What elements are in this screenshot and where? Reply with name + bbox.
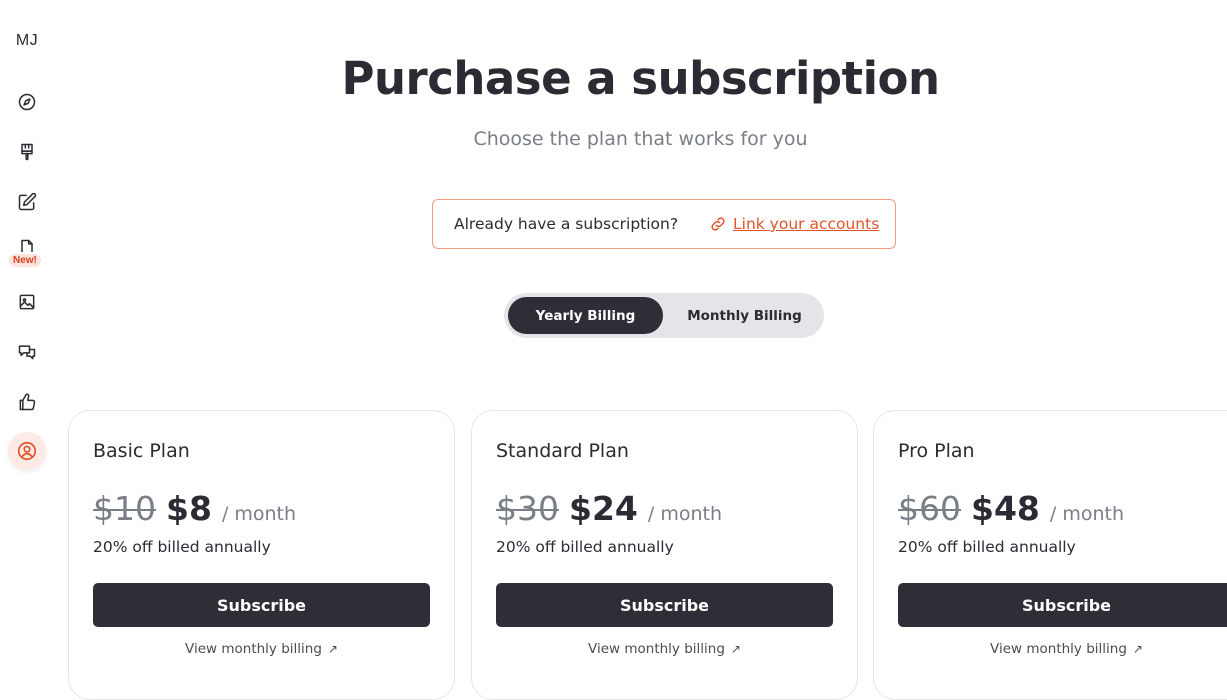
- yearly-billing-tab[interactable]: Yearly Billing: [508, 297, 663, 334]
- view-monthly-billing-link[interactable]: View monthly billing ↗: [496, 641, 833, 657]
- thumbs-up-icon[interactable]: [15, 390, 39, 414]
- image-icon[interactable]: [15, 290, 39, 314]
- original-price: $60: [898, 489, 961, 528]
- billing-toggle: Yearly Billing Monthly Billing: [504, 293, 824, 338]
- subscription-question: Already have a subscription?: [454, 215, 679, 233]
- view-monthly-billing-link[interactable]: View monthly billing ↗: [898, 641, 1227, 657]
- link-icon: [711, 217, 725, 231]
- price-period: / month: [647, 503, 722, 525]
- external-arrow-icon: ↗: [1132, 642, 1143, 656]
- monthly-billing-label: Monthly Billing: [687, 307, 802, 324]
- discount-note: 20% off billed annually: [496, 538, 674, 556]
- external-arrow-icon: ↗: [327, 642, 338, 656]
- user-initials[interactable]: MJ: [0, 32, 54, 50]
- page-subtitle: Choose the plan that works for you: [473, 128, 808, 150]
- price-row: $30 $24 / month: [496, 489, 722, 528]
- new-badge: New!: [9, 254, 41, 267]
- subscribe-button[interactable]: Subscribe: [496, 583, 833, 627]
- account-icon[interactable]: [8, 432, 46, 470]
- sidebar: MJ New!: [0, 0, 54, 666]
- paint-brush-icon[interactable]: [15, 140, 39, 164]
- price-row: $10 $8 / month: [93, 489, 296, 528]
- edit-icon[interactable]: [15, 190, 39, 214]
- plan-name: Basic Plan: [93, 440, 190, 462]
- original-price: $10: [93, 489, 156, 528]
- discount-note: 20% off billed annually: [898, 538, 1076, 556]
- pro-plan-card: Pro Plan $60 $48 / month 20% off billed …: [873, 410, 1227, 700]
- link-accounts-label: Link your accounts: [733, 215, 880, 233]
- price-period: / month: [1049, 503, 1124, 525]
- view-monthly-label: View monthly billing: [990, 641, 1127, 657]
- plan-name: Standard Plan: [496, 440, 629, 462]
- original-price: $30: [496, 489, 559, 528]
- subscribe-button[interactable]: Subscribe: [898, 583, 1227, 627]
- link-accounts-link[interactable]: Link your accounts: [709, 215, 879, 233]
- view-monthly-label: View monthly billing: [588, 641, 725, 657]
- discounted-price: $24: [569, 489, 638, 528]
- subscribe-button[interactable]: Subscribe: [93, 583, 430, 627]
- link-accounts-banner: Already have a subscription? Link your a…: [432, 199, 896, 249]
- compass-icon[interactable]: [15, 90, 39, 114]
- standard-plan-card: Standard Plan $30 $24 / month 20% off bi…: [471, 410, 858, 700]
- view-monthly-billing-link[interactable]: View monthly billing ↗: [93, 641, 430, 657]
- external-arrow-icon: ↗: [730, 642, 741, 656]
- discount-note: 20% off billed annually: [93, 538, 271, 556]
- price-row: $60 $48 / month: [898, 489, 1124, 528]
- discounted-price: $48: [971, 489, 1040, 528]
- monthly-billing-tab[interactable]: Monthly Billing: [667, 297, 822, 334]
- view-monthly-label: View monthly billing: [185, 641, 322, 657]
- document-icon[interactable]: [15, 238, 39, 252]
- basic-plan-card: Basic Plan $10 $8 / month 20% off billed…: [68, 410, 455, 700]
- page-title: Purchase a subscription: [341, 52, 941, 105]
- plan-name: Pro Plan: [898, 440, 975, 462]
- discounted-price: $8: [166, 489, 212, 528]
- price-period: / month: [221, 503, 297, 525]
- chat-icon[interactable]: [15, 340, 39, 364]
